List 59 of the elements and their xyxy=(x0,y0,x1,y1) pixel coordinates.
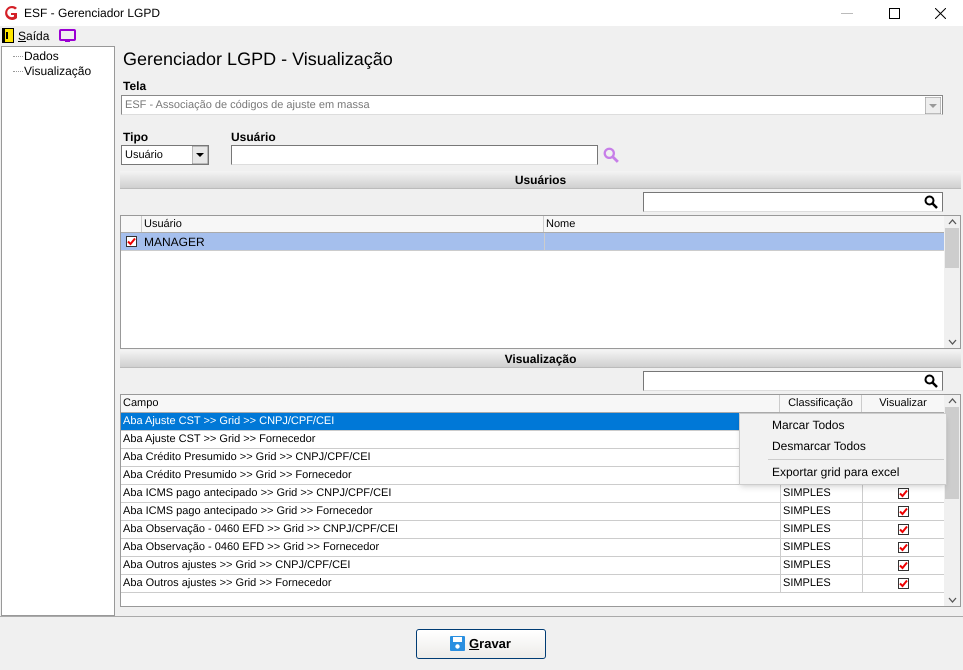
user-field[interactable] xyxy=(231,145,598,165)
table-cell: SIMPLES xyxy=(783,577,831,589)
checkbox[interactable] xyxy=(898,560,909,571)
column-header[interactable]: Campo xyxy=(121,395,780,412)
table-cell-text: Aba ICMS pago antecipado >> Grid >> CNPJ/CPF/CEI xyxy=(122,486,392,502)
field-label: Usuário xyxy=(231,130,277,145)
monitor-icon[interactable] xyxy=(59,28,76,42)
table-row[interactable]: Aba Outros ajustes >> Grid >> Fornecedor SIMPLES xyxy=(121,575,944,593)
type-dropdown[interactable]: Usuário xyxy=(121,145,209,165)
checkbox[interactable] xyxy=(898,524,909,535)
checkbox[interactable] xyxy=(126,236,137,247)
tree-item[interactable]: Dados xyxy=(24,49,59,64)
scrollbar[interactable] xyxy=(944,395,960,606)
table-row[interactable]: Aba Observação - 0460 EFD >> Grid >> CNPJ/CPF/CEI SIMPLES xyxy=(121,521,944,539)
close-icon[interactable] xyxy=(935,8,946,18)
table-cell-text: MANAGER xyxy=(143,234,206,250)
table-cell: SIMPLES xyxy=(783,505,831,517)
field-label: Tela xyxy=(123,79,148,94)
table-row[interactable]: Aba Outros ajustes >> Grid >> CNPJ/CPF/CEI SIMPLES xyxy=(121,557,944,575)
window-title: ESF - Gerenciador LGPD xyxy=(24,5,160,22)
checkbox[interactable] xyxy=(898,488,909,499)
checkbox[interactable] xyxy=(898,506,909,517)
scrollbar[interactable] xyxy=(944,216,960,348)
save-button[interactable]: Gravar xyxy=(416,628,546,658)
dropdown-arrow-icon[interactable] xyxy=(192,146,208,164)
table-cell: SIMPLES xyxy=(783,559,831,571)
table-row[interactable]: MANAGER xyxy=(121,233,944,251)
column-header[interactable]: Usuário xyxy=(142,216,544,232)
table-row[interactable]: Aba Observação - 0460 EFD >> Grid >> Fornecedor SIMPLES xyxy=(121,539,944,557)
search-icon[interactable] xyxy=(924,195,938,209)
section-header: Visualização xyxy=(120,350,961,368)
table-cell-text: Aba Observação - 0460 EFD >> Grid >> Fornecedor xyxy=(122,540,380,556)
checkbox[interactable] xyxy=(898,542,909,553)
menu-item[interactable]: Saída xyxy=(18,26,50,44)
filter-field[interactable] xyxy=(643,192,943,212)
table-cell-text: Aba Crédito Presumido >> Grid >> CNPJ/CPF/CEI xyxy=(122,450,372,466)
column-header[interactable]: Nome xyxy=(544,216,944,232)
table-cell-text: Aba Outros ajustes >> Grid >> Fornecedor xyxy=(122,576,333,592)
tree-item[interactable]: Visualização xyxy=(24,64,92,79)
table-cell-text: Aba Observação - 0460 EFD >> Grid >> CNPJ/CPF/CEI xyxy=(122,522,400,538)
dropdown-value: ESF - Associação de códigos de ajuste em massa xyxy=(124,98,371,113)
table-cell: SIMPLES xyxy=(783,523,831,535)
table-cell: SIMPLES xyxy=(783,487,831,499)
checkbox[interactable] xyxy=(898,578,909,589)
search-icon[interactable] xyxy=(924,374,938,388)
page-heading: Gerenciador LGPD - Visualização xyxy=(123,48,394,70)
section-header: Usuários xyxy=(120,171,961,189)
table-cell-text: Aba ICMS pago antecipado >> Grid >> Fornecedor xyxy=(122,504,374,520)
maximize-icon[interactable] xyxy=(889,8,900,18)
column-header[interactable]: Classificação xyxy=(780,395,862,412)
table-cell-text: Aba Outros ajustes >> Grid >> CNPJ/CPF/CEI xyxy=(122,558,352,574)
exit-door-icon[interactable] xyxy=(2,28,14,43)
app-logo-icon xyxy=(2,5,20,21)
field-label: Tipo xyxy=(123,130,150,145)
column-header[interactable]: Visualizar xyxy=(862,395,944,412)
table-row[interactable]: Aba ICMS pago antecipado >> Grid >> CNPJ/CPF/CEI SIMPLES xyxy=(121,485,944,503)
table-row[interactable]: Aba ICMS pago antecipado >> Grid >> Fornecedor SIMPLES xyxy=(121,503,944,521)
table-cell: SIMPLES xyxy=(783,541,831,553)
filter-field[interactable] xyxy=(643,371,943,391)
